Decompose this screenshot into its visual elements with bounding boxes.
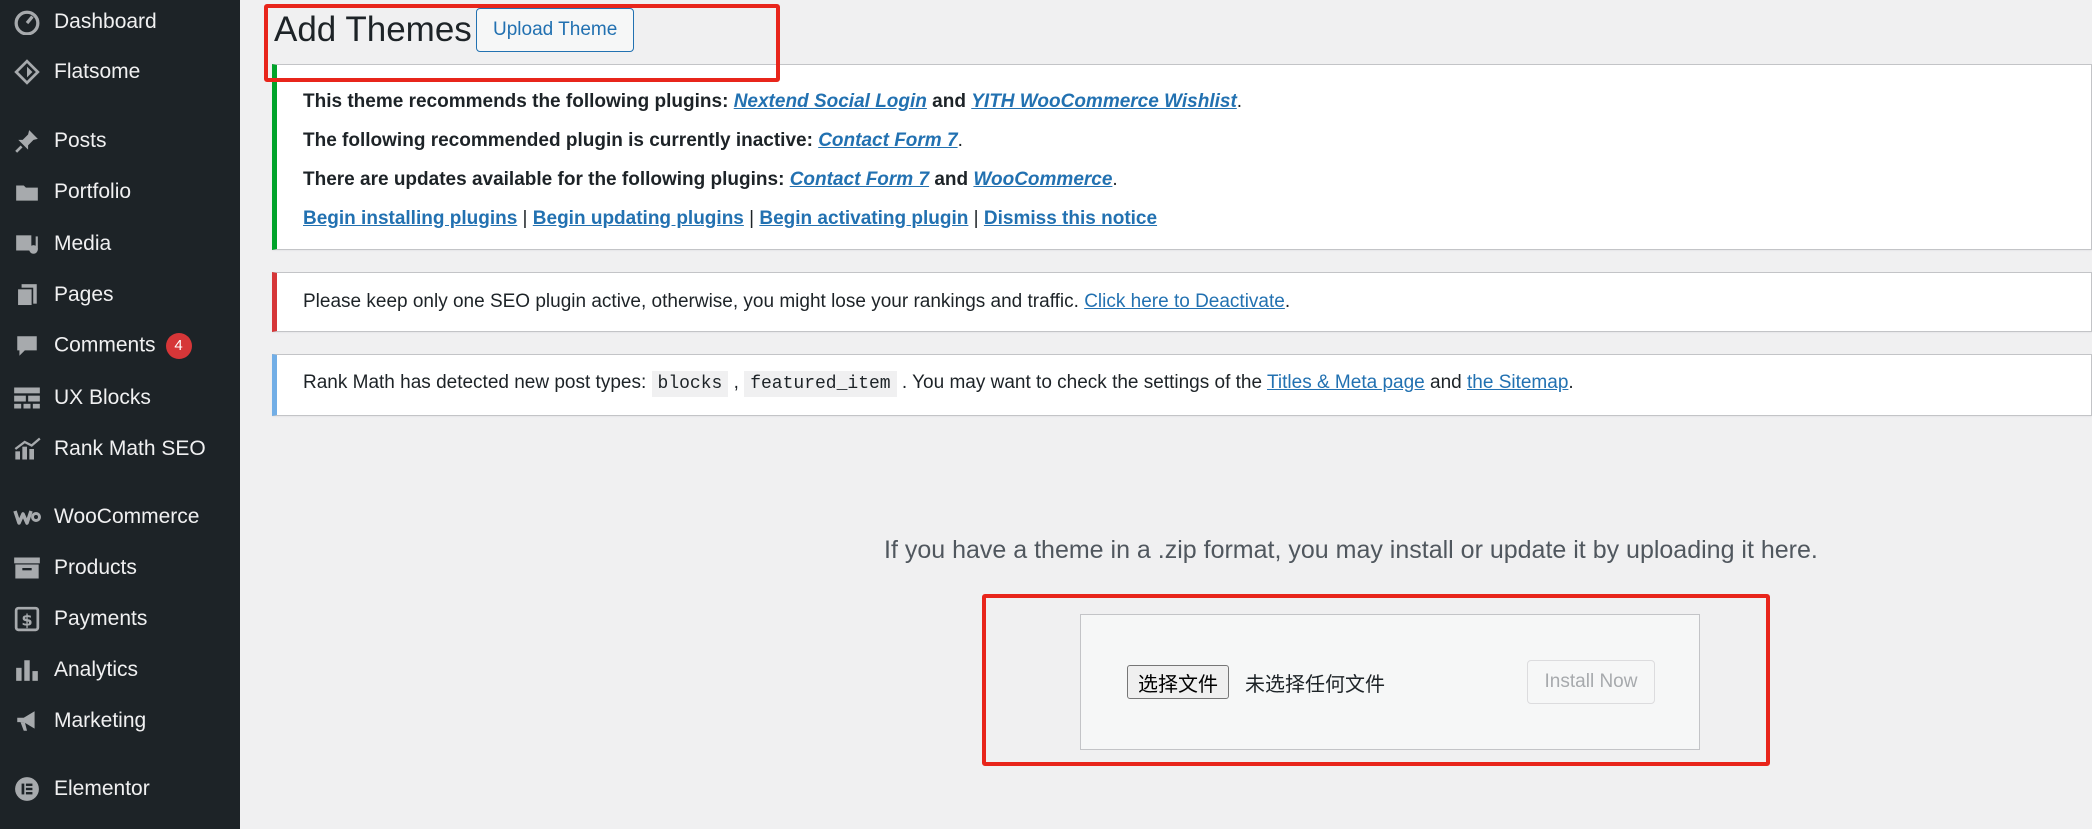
install-now-button[interactable]: Install Now xyxy=(1527,660,1655,704)
admin-sidebar: Dashboard Flatsome Posts Portfolio Media… xyxy=(0,0,240,829)
sidebar-item-label: Dashboard xyxy=(54,10,157,33)
comment-count-badge: 4 xyxy=(165,333,192,359)
sidebar-item-pages[interactable]: Pages xyxy=(0,271,240,319)
sidebar-item-comments[interactable]: Comments 4 xyxy=(0,322,240,370)
titles-meta-link[interactable]: Titles & Meta page xyxy=(1267,372,1425,393)
woocommerce-update-link[interactable]: WooCommerce xyxy=(973,169,1112,190)
woocommerce-icon xyxy=(12,502,42,532)
chart-icon xyxy=(12,434,42,464)
sidebar-item-label: Analytics xyxy=(54,658,139,681)
main-content: Add Themes Upload Theme This theme recom… xyxy=(240,0,2092,829)
sidebar-item-label: Comments 4 xyxy=(54,333,192,359)
upload-theme-button[interactable]: Upload Theme xyxy=(476,8,635,52)
sidebar-item-flatsome[interactable]: Flatsome xyxy=(0,48,240,96)
comment-icon xyxy=(12,331,42,361)
sidebar-item-label: Marketing xyxy=(54,709,147,732)
sidebar-item-label: Portfolio xyxy=(54,180,132,203)
yith-wishlist-link[interactable]: YITH WooCommerce Wishlist xyxy=(971,91,1237,112)
pages-icon xyxy=(12,280,42,310)
sidebar-item-label: Products xyxy=(54,556,137,579)
pin-icon xyxy=(12,126,42,156)
sidebar-item-label: WooCommerce xyxy=(54,505,200,528)
begin-activating-link[interactable]: Begin activating plugin xyxy=(759,208,968,229)
choose-file-button[interactable]: 选择文件 xyxy=(1127,665,1229,699)
seo-plugin-notice: Please keep only one SEO plugin active, … xyxy=(272,272,2092,332)
rankmath-notice-text: Rank Math has detected new post types: b… xyxy=(303,371,1574,397)
megaphone-icon xyxy=(12,706,42,736)
sidebar-item-elementor[interactable]: Elementor xyxy=(0,765,240,813)
elementor-icon xyxy=(12,774,42,804)
sidebar-item-media[interactable]: Media xyxy=(0,220,240,268)
post-type-code: featured_item xyxy=(744,371,897,397)
seo-notice-text: Please keep only one SEO plugin active, … xyxy=(303,291,1291,312)
notice-line-inactive: The following recommended plugin is curr… xyxy=(303,130,963,151)
sidebar-item-label: Payments xyxy=(54,607,148,630)
file-status-text: 未选择任何文件 xyxy=(1245,672,1385,696)
sidebar-item-label: Flatsome xyxy=(54,60,141,83)
sidebar-item-analytics[interactable]: Analytics xyxy=(0,646,240,694)
sidebar-item-label: UX Blocks xyxy=(54,386,151,409)
nextend-social-login-link[interactable]: Nextend Social Login xyxy=(734,91,927,112)
sidebar-item-payments[interactable]: $ Payments xyxy=(0,595,240,643)
notice-line-recommends: This theme recommends the following plug… xyxy=(303,91,1243,112)
sidebar-item-label: Rank Math SEO xyxy=(54,437,206,460)
upload-description: If you have a theme in a .zip format, yo… xyxy=(884,536,1818,564)
dismiss-notice-link[interactable]: Dismiss this notice xyxy=(984,208,1157,229)
sidebar-item-woocommerce[interactable]: WooCommerce xyxy=(0,493,240,541)
begin-installing-link[interactable]: Begin installing plugins xyxy=(303,208,517,229)
archive-icon xyxy=(12,553,42,583)
post-type-code: blocks xyxy=(651,371,729,397)
notice-actions: Begin installing plugins | Begin updatin… xyxy=(303,208,1158,229)
sidebar-item-marketing[interactable]: Marketing xyxy=(0,697,240,745)
plugins-notice: This theme recommends the following plug… xyxy=(272,64,2092,250)
sidebar-item-portfolio[interactable]: Portfolio xyxy=(0,168,240,216)
dollar-icon: $ xyxy=(12,604,42,634)
contact-form-7-update-link[interactable]: Contact Form 7 xyxy=(790,169,929,190)
upload-form: 选择文件 未选择任何文件 Install Now xyxy=(1080,614,1700,750)
bar-chart-icon xyxy=(12,655,42,685)
sidebar-item-ux-blocks[interactable]: UX Blocks xyxy=(0,374,240,422)
sidebar-item-posts[interactable]: Posts xyxy=(0,117,240,165)
sidebar-item-label: Elementor xyxy=(54,777,150,800)
notice-line-updates: There are updates available for the foll… xyxy=(303,169,1118,190)
sidebar-item-label: Pages xyxy=(54,283,114,306)
page-title: Add Themes xyxy=(274,10,472,49)
contact-form-7-link[interactable]: Contact Form 7 xyxy=(818,130,957,151)
sidebar-item-dashboard[interactable]: Dashboard xyxy=(0,0,240,46)
svg-text:$: $ xyxy=(21,611,32,630)
sidebar-item-label: Media xyxy=(54,232,112,255)
sidebar-item-rank-math-seo[interactable]: Rank Math SEO xyxy=(0,425,240,473)
sitemap-link[interactable]: the Sitemap xyxy=(1467,372,1568,393)
folder-icon xyxy=(12,177,42,207)
begin-updating-link[interactable]: Begin updating plugins xyxy=(533,208,744,229)
diamond-icon xyxy=(12,57,42,87)
rankmath-notice: Rank Math has detected new post types: b… xyxy=(272,354,2092,416)
dashboard-icon xyxy=(12,7,42,37)
sidebar-item-products[interactable]: Products xyxy=(0,544,240,592)
sidebar-item-label: Posts xyxy=(54,129,107,152)
deactivate-link[interactable]: Click here to Deactivate xyxy=(1084,291,1285,312)
blocks-icon xyxy=(12,383,42,413)
media-icon xyxy=(12,229,42,259)
